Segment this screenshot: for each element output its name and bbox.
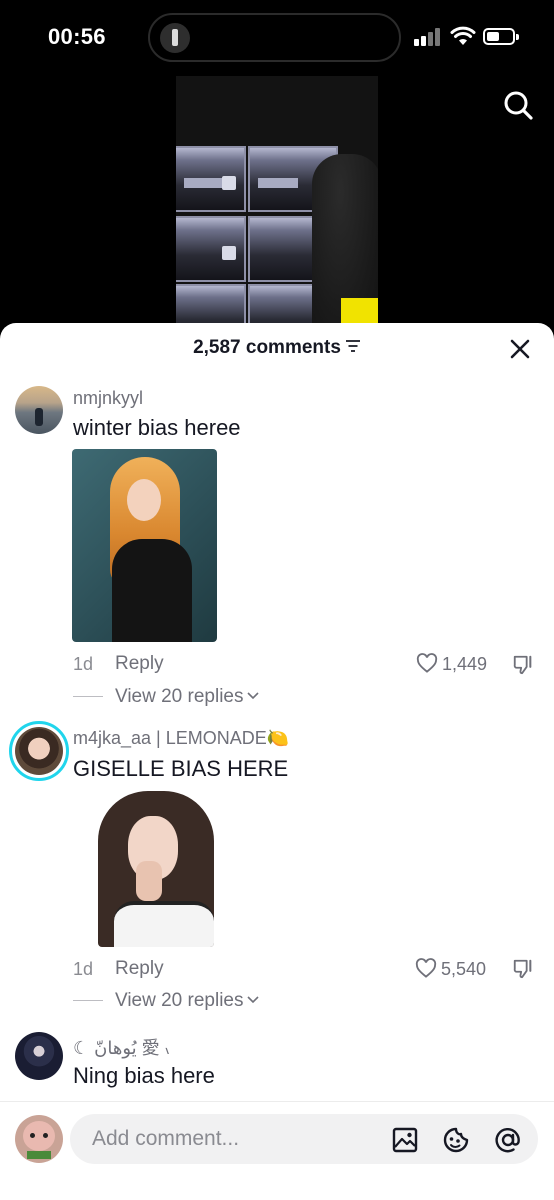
- comment-username[interactable]: ☾ يُوهانّ 愛 ៶: [73, 1034, 170, 1060]
- cellular-signal-icon: [414, 28, 442, 46]
- my-avatar[interactable]: [15, 1115, 63, 1163]
- comment-item: nmjnkyyl winter bias heree 1d Reply 1,44…: [0, 383, 554, 713]
- at-icon[interactable]: [494, 1126, 522, 1154]
- view-replies-button[interactable]: View 20 replies: [73, 990, 259, 1012]
- view-replies-button[interactable]: View 20 replies: [73, 686, 259, 708]
- like-count: 1,449: [442, 654, 488, 674]
- heart-icon: [415, 958, 437, 979]
- status-bar: 00:56: [0, 0, 554, 76]
- dynamic-island: [148, 13, 401, 62]
- like-button[interactable]: 1,449: [416, 653, 488, 675]
- dislike-icon[interactable]: [512, 654, 534, 676]
- reply-button[interactable]: Reply: [115, 653, 164, 675]
- avatar[interactable]: [15, 386, 63, 434]
- emoji-icon[interactable]: [442, 1126, 470, 1154]
- chevron-down-icon: [246, 692, 259, 700]
- avatar[interactable]: [15, 1032, 63, 1080]
- comment-text: Ning bias here: [73, 1063, 215, 1088]
- replies-divider: [73, 1000, 103, 1002]
- search-icon[interactable]: [502, 89, 534, 121]
- like-count: 5,540: [441, 959, 487, 979]
- equipment-case: [176, 146, 246, 212]
- comment-username[interactable]: nmjnkyyl: [73, 388, 143, 409]
- comment-input-bar: [0, 1101, 554, 1200]
- comment-text: winter bias heree: [73, 415, 241, 440]
- view-replies-label: View 20 replies: [115, 686, 244, 707]
- comment-image-sticker[interactable]: [72, 449, 217, 642]
- comment-username[interactable]: m4jka_aa | LEMONADE🍋: [73, 728, 289, 749]
- comments-sheet: 2,587 comments nmjnkyyl winter bias here…: [0, 323, 554, 1200]
- comment-age: 1d: [73, 959, 94, 979]
- filter-icon[interactable]: [345, 339, 361, 353]
- avatar-story-ring[interactable]: [9, 721, 69, 781]
- wifi-icon: [450, 26, 476, 45]
- comment-image-sticker[interactable]: [98, 791, 214, 947]
- comment-text: GISELLE BIAS HERE: [73, 756, 289, 781]
- like-button[interactable]: 5,540: [415, 958, 487, 980]
- image-icon[interactable]: [391, 1126, 419, 1154]
- comment-age: 1d: [73, 654, 94, 674]
- status-time: 00:56: [48, 24, 106, 49]
- heart-icon: [416, 653, 438, 674]
- flashlight-icon: [160, 23, 190, 53]
- comments-count-label: 2,587 comments: [193, 337, 341, 358]
- battery-icon: [483, 28, 519, 45]
- reply-button[interactable]: Reply: [115, 958, 164, 980]
- equipment-case: [176, 216, 246, 282]
- dislike-icon[interactable]: [512, 958, 534, 980]
- comments-count[interactable]: 2,587 comments: [0, 337, 554, 359]
- video-player[interactable]: [176, 76, 378, 336]
- comments-header: 2,587 comments: [0, 323, 554, 375]
- close-icon[interactable]: [510, 339, 530, 359]
- replies-divider: [73, 696, 103, 698]
- chevron-down-icon: [246, 996, 259, 1004]
- view-replies-label: View 20 replies: [115, 990, 244, 1011]
